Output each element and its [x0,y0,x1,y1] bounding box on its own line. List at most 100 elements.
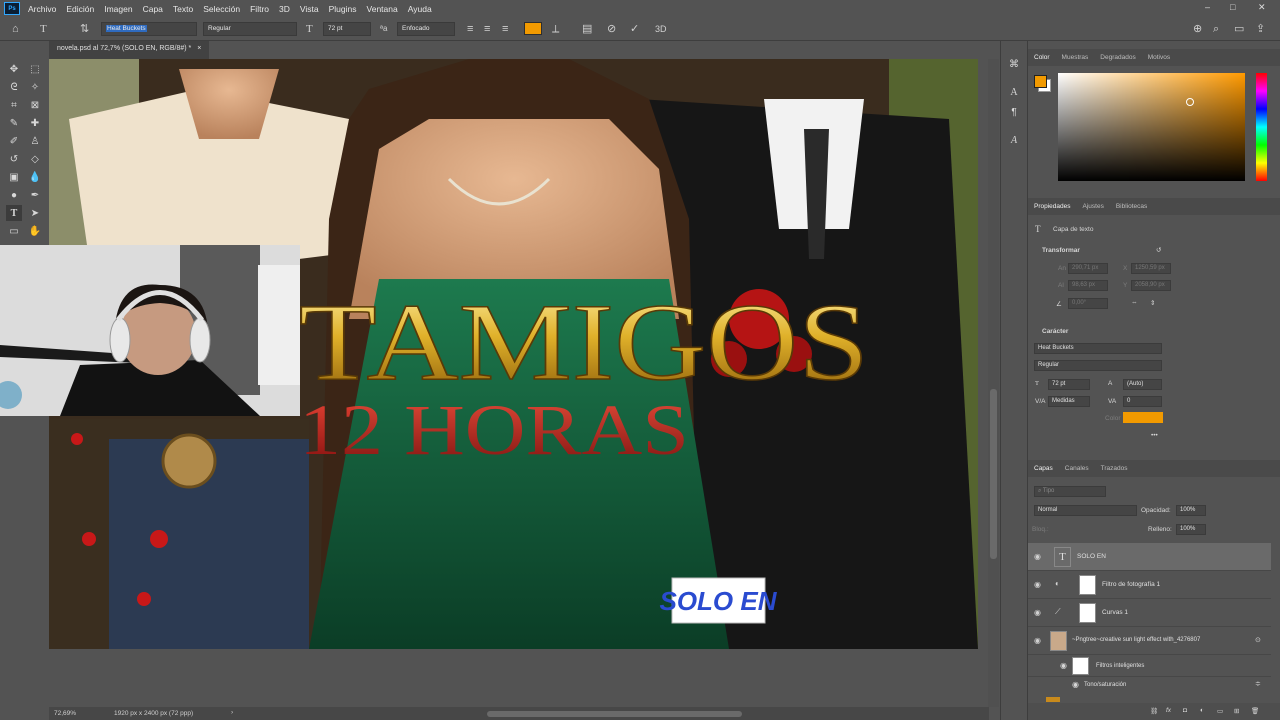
kerning-select[interactable]: Medidas [1048,396,1090,407]
eyedropper-tool-icon[interactable]: ✎ [6,115,22,131]
tab-muestras[interactable]: Muestras [1056,54,1095,61]
link-layers-icon[interactable]: ⛓ [1150,707,1158,715]
close-window-button[interactable]: ✕ [1258,2,1266,13]
menu-filtro[interactable]: Filtro [245,4,274,14]
search-icon[interactable]: ⌕ [1213,22,1219,36]
font-size-select[interactable]: 72 pt [323,22,371,36]
align-center-icon[interactable]: ≡ [484,22,490,36]
fill-field[interactable]: 100% [1176,524,1206,535]
adjustment-layer-icon[interactable]: ◐ [1200,707,1204,714]
new-layer-icon[interactable]: ⊞ [1234,707,1239,715]
minimize-button[interactable]: – [1205,2,1210,12]
path-select-tool-icon[interactable]: ➤ [27,205,43,221]
dodge-tool-icon[interactable]: ● [6,187,22,203]
rectangle-tool-icon[interactable]: ▭ [6,223,22,239]
more-options-button[interactable]: ••• [1151,432,1158,439]
status-menu-chevron[interactable]: › [231,709,233,716]
zoom-level[interactable]: 72,69% [54,710,76,717]
visibility-eye-icon[interactable]: ◉ [1072,680,1079,689]
delete-layer-icon[interactable]: 🗑 [1251,707,1259,715]
width-field[interactable]: 290,71 px [1068,263,1108,274]
tab-propiedades[interactable]: Propiedades [1028,203,1077,210]
history-brush-icon[interactable]: ↺ [6,151,22,167]
opacity-field[interactable]: 100% [1176,505,1206,516]
smart-filter-item-row[interactable]: ◉ Tono/saturación ≑ [1028,677,1271,693]
x-field[interactable]: 1250,59 px [1131,263,1171,274]
transform-section-title[interactable]: Transformar [1042,247,1080,254]
layer-row-curvas[interactable]: ◉ ⟋ Curvas 1 [1028,599,1271,627]
tab-degradados[interactable]: Degradados [1094,54,1141,61]
character-panel-icon[interactable]: A [1006,84,1022,100]
prop-font-family-select[interactable]: Heat Buckets [1034,343,1162,354]
visibility-eye-icon[interactable]: ◉ [1034,580,1041,589]
history-panel-icon[interactable]: ⌘ [1006,56,1022,72]
font-style-select[interactable]: Regular [203,22,297,36]
stamp-tool-icon[interactable]: ♙ [27,133,43,149]
foreground-color-swatch[interactable] [1034,75,1047,88]
gradient-tool-icon[interactable]: ▣ [6,169,22,185]
commit-icon[interactable]: ✓ [630,22,639,36]
share-icon[interactable]: ⊕ [1193,22,1202,36]
align-right-icon[interactable]: ≡ [502,22,508,36]
prop-font-size-select[interactable]: 72 pt [1048,379,1090,390]
crop-tool-icon[interactable]: ⌗ [6,97,22,113]
smart-filters-row[interactable]: ◉ Filtros inteligentes [1028,655,1271,677]
layer-row-pngtree[interactable]: ◉ ~Pngtree~creative sun light effect wit… [1028,627,1271,655]
tab-ajustes[interactable]: Ajustes [1077,203,1110,210]
text-color-swatch[interactable] [524,22,542,35]
tracking-field[interactable]: 0 [1123,396,1162,407]
hue-slider[interactable] [1256,73,1267,181]
font-family-select[interactable]: Heat Buckets [101,22,197,36]
color-picker-cursor[interactable] [1186,98,1194,106]
menu-3d[interactable]: 3D [274,4,295,14]
height-field[interactable]: 98,63 px [1068,280,1108,291]
horizontal-scroll-thumb[interactable] [487,711,742,717]
flip-vertical-icon[interactable]: ⇕ [1150,299,1155,307]
color-picker-field[interactable] [1058,73,1245,181]
smart-filter-toggle-icon[interactable]: ⊙ [1255,636,1261,644]
tab-color[interactable]: Color [1028,54,1056,61]
brush-tool-icon[interactable]: ✐ [6,133,22,149]
menu-seleccion[interactable]: Selección [198,4,245,14]
paragraph-panel-icon[interactable]: ¶ [1006,104,1022,120]
menu-plugins[interactable]: Plugins [324,4,362,14]
eraser-tool-icon[interactable]: ◇ [27,151,43,167]
pen-tool-icon[interactable]: ✒ [27,187,43,203]
align-left-icon[interactable]: ≡ [467,22,473,36]
frame-tool-icon[interactable]: ⊠ [27,97,43,113]
menu-texto[interactable]: Texto [168,4,198,14]
cancel-icon[interactable]: ⊘ [607,22,616,36]
tab-motivos[interactable]: Motivos [1142,54,1176,61]
menu-imagen[interactable]: Imagen [99,4,137,14]
antialias-select[interactable]: Enfocado [397,22,455,36]
visibility-eye-icon[interactable]: ◉ [1034,608,1041,617]
flip-horizontal-icon[interactable]: ⇔ [1131,299,1138,306]
document-tab[interactable]: novela.psd al 72,7% (SOLO EN, RGB/8#) * … [49,41,209,59]
add-mask-icon[interactable]: ◘ [1183,707,1187,714]
3d-icon[interactable]: 3D [655,22,667,36]
tab-canales[interactable]: Canales [1059,465,1095,472]
blend-mode-select[interactable]: Normal [1034,505,1137,516]
marquee-tool-icon[interactable]: ⬚ [27,61,43,77]
vertical-scrollbar[interactable] [988,59,999,707]
prop-font-style-select[interactable]: Regular [1034,360,1162,371]
glyphs-panel-icon[interactable]: A [1006,132,1022,148]
home-icon[interactable]: ⌂ [12,22,19,36]
lasso-tool-icon[interactable]: ᘓ [6,79,22,95]
visibility-eye-icon[interactable]: ◉ [1060,661,1067,670]
warp-text-icon[interactable]: ⟂ [552,22,559,36]
layer-row-filtro-fotografia[interactable]: ◉ ◐ Filtro de fotografía 1 [1028,571,1271,599]
tab-trazados[interactable]: Trazados [1095,465,1134,472]
reset-transform-icon[interactable]: ↺ [1156,246,1161,254]
menu-vista[interactable]: Vista [295,4,324,14]
type-tool-icon[interactable]: T [6,205,22,221]
character-section-title[interactable]: Carácter [1042,328,1068,335]
tab-capas[interactable]: Capas [1028,465,1059,472]
text-orientation-icon[interactable]: ⇅ [80,22,89,36]
menu-ventana[interactable]: Ventana [362,4,403,14]
hand-tool-icon[interactable]: ✋ [27,223,43,239]
magic-wand-tool-icon[interactable]: ✧ [27,79,43,95]
tab-bibliotecas[interactable]: Bibliotecas [1110,203,1153,210]
character-panel-icon[interactable]: ▤ [582,22,592,36]
visibility-eye-icon[interactable]: ◉ [1034,636,1041,645]
